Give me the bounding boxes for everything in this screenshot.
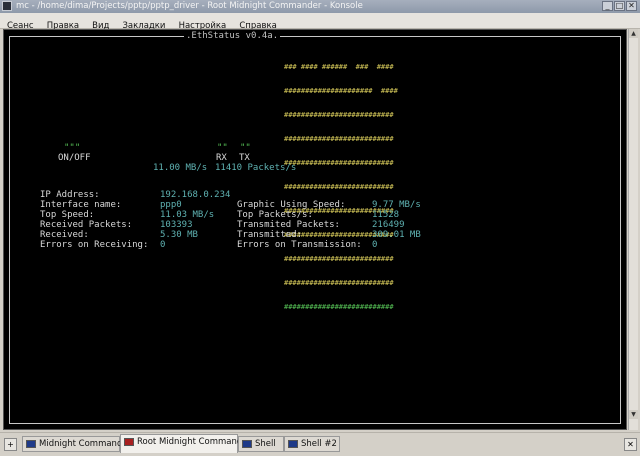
logo-line: ########################## — [284, 279, 394, 287]
tab-label: Shell — [255, 439, 276, 449]
stat-label: Top Speed: — [40, 210, 95, 220]
logo-line: ########################## — [284, 111, 394, 119]
tab-shell-2[interactable]: Shell #2 — [284, 436, 340, 452]
stat-label: Graphic Using Speed: — [237, 200, 346, 210]
logo-line: ########################## — [284, 159, 394, 167]
tx-marks: "" — [240, 143, 251, 153]
vertical-scrollbar[interactable]: ▲ ▼ — [628, 29, 638, 430]
scroll-up-icon[interactable]: ▲ — [629, 29, 638, 38]
stat-value: 0 — [160, 240, 166, 250]
scroll-down-icon[interactable]: ▼ — [629, 410, 638, 419]
rx-marks: "" — [217, 143, 228, 153]
stat-value: 103393 — [160, 220, 193, 230]
stat-value: 11528 — [372, 210, 400, 220]
tab-shell[interactable]: Shell — [238, 436, 284, 452]
ascii-logo: ### #### ###### ### #### ###############… — [284, 47, 398, 327]
terminal-icon — [26, 440, 36, 448]
close-session-icon[interactable]: ✕ — [624, 438, 637, 451]
stat-value: 309.01 MB — [372, 230, 421, 240]
window-title: mc - /home/dima/Projects/pptp/pptp_drive… — [16, 1, 363, 11]
window-titlebar: mc - /home/dima/Projects/pptp/pptp_drive… — [0, 0, 640, 14]
stat-label: Received: — [40, 230, 89, 240]
tab-root-midnight-commander[interactable]: Root Midnight Commander — [120, 434, 251, 453]
stat-label: Errors on Receiving: — [40, 240, 149, 250]
new-session-icon[interactable]: + — [4, 438, 17, 451]
on-off-marks: """ — [64, 143, 81, 153]
menu-bar: Сеанс Правка Вид Закладки Настройка Спра… — [0, 13, 640, 31]
stat-label: Transmitted: — [237, 230, 303, 240]
logo-line: ########################## — [284, 183, 394, 191]
root-terminal-icon — [124, 438, 134, 446]
terminal-icon[interactable] — [2, 1, 12, 11]
stat-label: Top Packets/s: — [237, 210, 313, 220]
packets-readout: 11410 Packets/s — [215, 163, 297, 173]
tab-label: Shell #2 — [301, 439, 337, 449]
stat-value: 192.168.0.234 — [160, 190, 231, 200]
stat-value: 5.30 MB — [160, 230, 198, 240]
ethstatus-frame: .EthStatus v0.4a. ### #### ###### ### ##… — [9, 31, 621, 424]
stat-label: Interface name: — [40, 200, 122, 210]
stat-value: 9.77 MB/s — [372, 200, 421, 210]
stat-label: Received Packets: — [40, 220, 133, 230]
stat-value: ppp0 — [160, 200, 182, 210]
close-button[interactable]: ✕ — [626, 1, 637, 11]
terminal-icon — [288, 440, 298, 448]
terminal-screen[interactable]: .EthStatus v0.4a. ### #### ###### ### ##… — [3, 29, 627, 430]
logo-line: ########################## — [284, 135, 394, 143]
logo-line: ########################## — [284, 255, 394, 263]
logo-line: ##################### #### — [284, 87, 398, 95]
rx-label: RX — [216, 153, 227, 163]
logo-line: ### #### ###### ### #### — [284, 63, 394, 71]
session-tab-bar: + Midnight Commander Root Midnight Comma… — [0, 432, 640, 456]
stat-label: Transmited Packets: — [237, 220, 340, 230]
terminal-icon — [242, 440, 252, 448]
minimize-button[interactable]: _ — [602, 1, 613, 11]
stat-label: IP Address: — [40, 190, 100, 200]
frame-title: .EthStatus v0.4a. — [184, 31, 281, 41]
stat-value: 11.03 MB/s — [160, 210, 215, 220]
speed-readout: 11.00 MB/s — [153, 163, 208, 173]
logo-green-line: ########################## — [284, 303, 394, 311]
maximize-button[interactable]: □ — [614, 1, 625, 11]
stat-value: 216499 — [372, 220, 405, 230]
tab-midnight-commander[interactable]: Midnight Commander — [22, 436, 131, 452]
tab-label: Midnight Commander — [39, 439, 132, 449]
stat-value: 0 — [372, 240, 378, 250]
on-off-label: ON/OFF — [58, 153, 91, 163]
tab-label: Root Midnight Commander — [137, 437, 252, 447]
stat-label: Errors on Transmission: — [237, 240, 362, 250]
tx-label: TX — [239, 153, 250, 163]
